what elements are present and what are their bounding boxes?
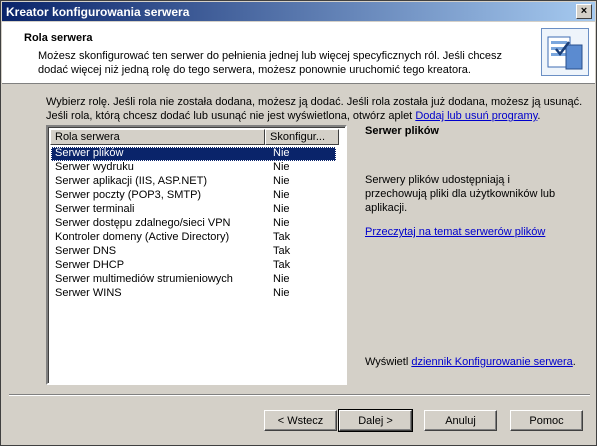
role-row[interactable]: Serwer terminali Nie: [51, 203, 336, 217]
wizard-header: Rola serwera Możesz skonfigurować ten se…: [2, 22, 595, 84]
window-title: Kreator konfigurowania serwera: [6, 5, 190, 19]
role-configured: Nie: [273, 273, 290, 285]
back-button[interactable]: < Wstecz: [264, 410, 337, 431]
configure-server-log-link[interactable]: dziennik Konfigurowanie serwera: [411, 356, 572, 368]
role-name: Serwer multimediów strumieniowych: [55, 273, 233, 285]
server-roles-list[interactable]: Rola serwera Skonfigur... Serwer plików N…: [46, 125, 347, 385]
role-configured: Nie: [273, 287, 290, 299]
role-configured: Nie: [273, 217, 290, 229]
log-line: Wyświetl dziennik Konfigurowanie serwera…: [365, 356, 576, 368]
role-name: Serwer wydruku: [55, 161, 134, 173]
role-row[interactable]: Serwer wydruku Nie: [51, 161, 336, 175]
role-name: Kontroler domeny (Active Directory): [55, 231, 230, 243]
role-row[interactable]: Kontroler domeny (Active Directory) Tak: [51, 231, 336, 245]
role-name: Serwer WINS: [55, 287, 122, 299]
detail-title: Serwer plików: [365, 125, 439, 137]
log-suffix: .: [572, 356, 576, 368]
title-bar: Kreator konfigurowania serwera ×: [2, 2, 595, 21]
role-configured: Nie: [273, 175, 290, 187]
role-row[interactable]: Serwer DHCP Tak: [51, 259, 336, 273]
role-configured: Nie: [273, 147, 290, 159]
detail-description: Serwery plików udostępniają i przechowuj…: [365, 174, 556, 214]
role-configured: Nie: [273, 189, 290, 201]
role-configured: Tak: [273, 245, 291, 257]
role-name: Serwer poczty (POP3, SMTP): [55, 189, 202, 201]
help-button[interactable]: Pomoc: [510, 410, 583, 431]
role-configured: Nie: [273, 161, 290, 173]
page-title: Rola serwera: [24, 32, 93, 44]
role-row[interactable]: Serwer DNS Tak: [51, 245, 336, 259]
role-row[interactable]: Serwer aplikacji (IIS, ASP.NET) Nie: [51, 175, 336, 189]
role-row[interactable]: Serwer multimediów strumieniowych Nie: [51, 273, 336, 287]
role-configured: Tak: [273, 231, 291, 243]
read-about-role-link[interactable]: Przeczytaj na temat serwerów plików: [365, 226, 545, 238]
role-name: Serwer DHCP: [55, 259, 125, 271]
log-prefix: Wyświetl: [365, 356, 409, 368]
column-header-configured[interactable]: Skonfigur...: [265, 129, 339, 145]
instructions: Wybierz rolę. Jeśli rola nie została dod…: [46, 95, 586, 123]
add-remove-programs-link[interactable]: Dodaj lub usuń programy: [415, 110, 537, 122]
role-row[interactable]: Serwer poczty (POP3, SMTP) Nie: [51, 189, 336, 203]
role-name: Serwer plików: [55, 147, 124, 159]
role-name: Serwer aplikacji (IIS, ASP.NET): [55, 175, 208, 187]
role-configured: Nie: [273, 203, 290, 215]
role-name: Serwer terminali: [55, 203, 135, 215]
role-row[interactable]: Serwer WINS Nie: [51, 287, 336, 301]
next-button[interactable]: Dalej >: [338, 409, 413, 432]
wizard-window: Kreator konfigurowania serwera × Rola se…: [0, 0, 597, 446]
column-header-role[interactable]: Rola serwera: [50, 129, 265, 145]
list-header: Rola serwera Skonfigur...: [50, 129, 339, 145]
button-separator: [9, 394, 590, 396]
role-row[interactable]: Serwer plików Nie: [51, 147, 336, 161]
instructions-suffix: .: [537, 110, 541, 122]
role-name: Serwer DNS: [55, 245, 117, 257]
server-wizard-icon: [541, 28, 589, 76]
cancel-button[interactable]: Anuluj: [424, 410, 497, 431]
role-configured: Tak: [273, 259, 291, 271]
close-button[interactable]: ×: [576, 4, 592, 19]
page-description: Możesz skonfigurować ten serwer do pełni…: [38, 50, 503, 76]
role-row[interactable]: Serwer dostępu zdalnego/sieci VPN Nie: [51, 217, 336, 231]
role-name: Serwer dostępu zdalnego/sieci VPN: [55, 217, 231, 229]
